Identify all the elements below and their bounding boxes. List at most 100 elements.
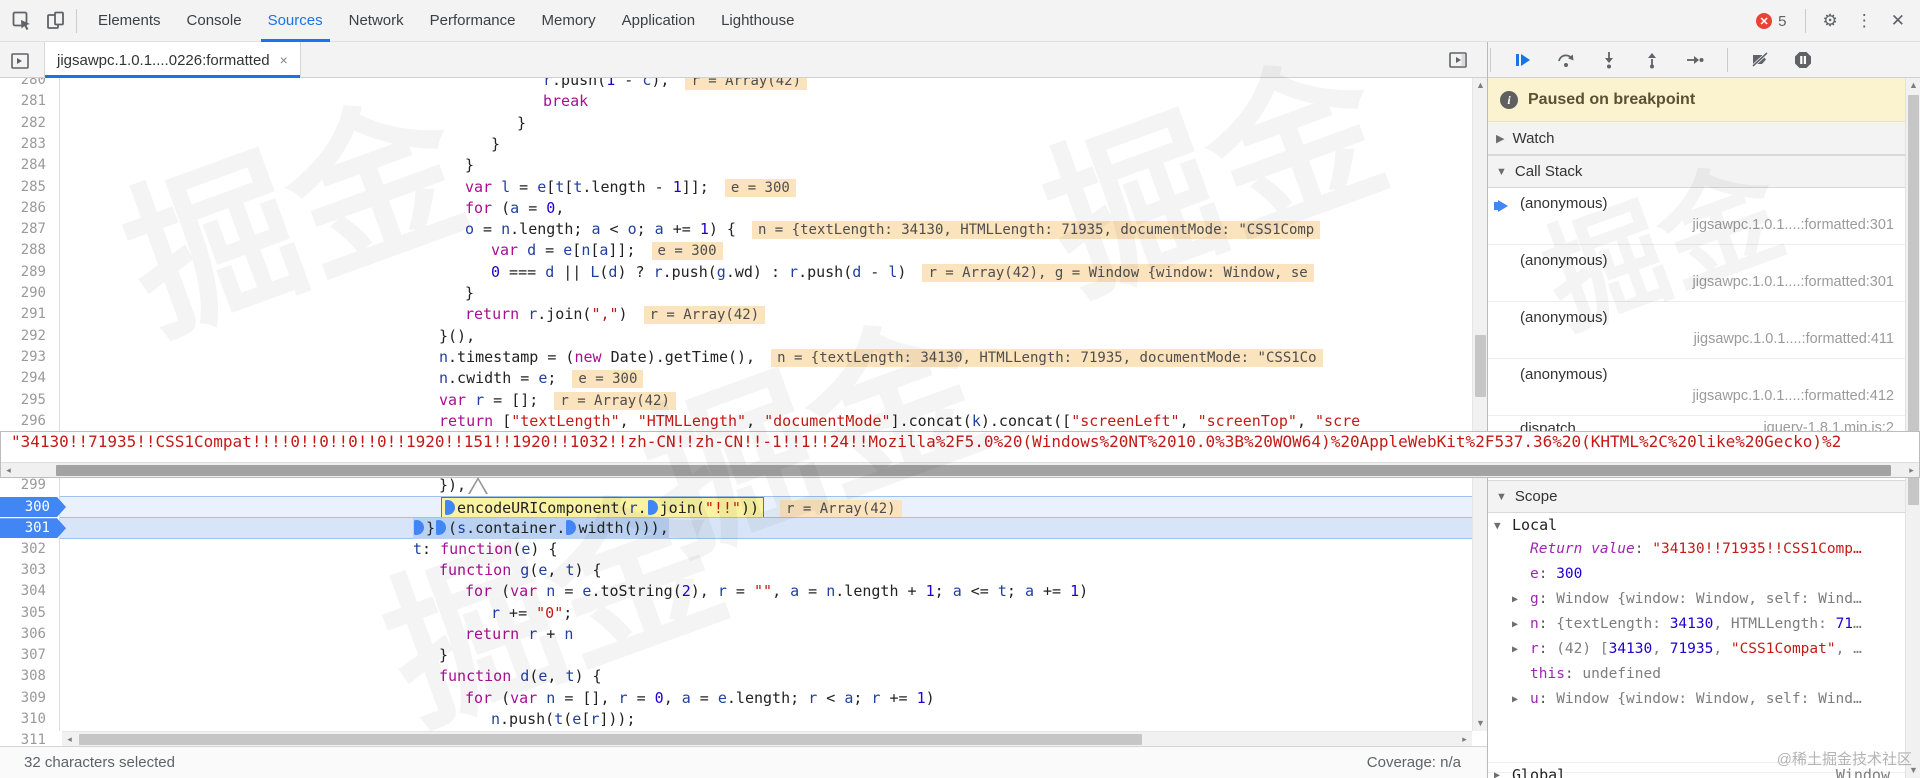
close-devtools-icon[interactable]: ✕ xyxy=(1891,11,1905,31)
tab-console[interactable]: Console xyxy=(174,0,255,42)
kebab-menu-icon[interactable]: ⋮ xyxy=(1856,11,1873,31)
scope-variable[interactable]: Return value: "34130!!71935!!CSS1Comp… xyxy=(1488,537,1920,562)
code-line[interactable]: t: function(e) { xyxy=(0,539,1487,561)
scope-variable[interactable]: ▶u: Window {window: Window, self: Wind… xyxy=(1488,687,1920,712)
line-number[interactable]: 307 xyxy=(0,645,46,666)
code-line[interactable]: var r = [];r = Array(42) xyxy=(0,390,1487,412)
code-line[interactable]: break xyxy=(0,91,1487,113)
inspect-element-icon[interactable] xyxy=(10,9,34,33)
line-number[interactable]: 305 xyxy=(0,603,46,624)
line-number[interactable]: 293 xyxy=(0,347,46,368)
line-number[interactable]: 296 xyxy=(0,411,46,432)
scroll-left-arrow-icon[interactable]: ◂ xyxy=(62,732,77,746)
deactivate-breakpoints-icon[interactable] xyxy=(1748,48,1772,72)
tab-sources[interactable]: Sources xyxy=(255,0,336,42)
scope-variable[interactable]: e: 300 xyxy=(1488,562,1920,587)
scroll-down-arrow-icon[interactable]: ▼ xyxy=(1473,716,1487,731)
code-line[interactable]: } xyxy=(0,283,1487,305)
device-toolbar-icon[interactable] xyxy=(44,9,68,33)
inline-step-marker[interactable] xyxy=(566,520,576,535)
code-editor[interactable]: 2802812822832842852862872882892902912922… xyxy=(0,78,1487,746)
code-line[interactable]: }(s.container.width())), xyxy=(0,517,1487,539)
line-number[interactable]: 284 xyxy=(0,155,46,176)
code-line[interactable]: for (a = 0, xyxy=(0,198,1487,220)
line-number[interactable]: 309 xyxy=(0,688,46,709)
step-out-icon[interactable] xyxy=(1640,48,1664,72)
code-line[interactable]: } xyxy=(0,645,1487,667)
editor-horizontal-scrollbar[interactable]: ◂ ▸ xyxy=(62,731,1472,746)
line-number[interactable]: 286 xyxy=(0,198,46,219)
tab-lighthouse[interactable]: Lighthouse xyxy=(708,0,807,42)
line-number[interactable]: 288 xyxy=(0,240,46,261)
scroll-left-arrow-icon[interactable]: ◂ xyxy=(1,463,16,478)
inline-step-marker[interactable] xyxy=(436,520,446,535)
code-line[interactable]: for (var n = [], r = 0, a = e.length; r … xyxy=(0,688,1487,710)
line-number[interactable]: 311 xyxy=(0,730,46,746)
line-number[interactable]: 300 xyxy=(0,497,66,517)
file-tab[interactable]: jigsawpc.1.0.1....0226:formatted × xyxy=(44,42,301,78)
code-line[interactable]: } xyxy=(0,134,1487,156)
inline-step-marker[interactable] xyxy=(414,520,424,535)
show-debugger-sidebar-icon[interactable] xyxy=(1446,48,1470,72)
code-line[interactable]: encodeURIComponent(r.join("!!"))r = Arra… xyxy=(0,496,1487,518)
line-number[interactable]: 302 xyxy=(0,539,46,560)
watch-section-header[interactable]: ▶ Watch xyxy=(1488,122,1920,155)
popover-scrollbar[interactable]: ◂ ▸ xyxy=(1,462,1919,477)
scope-section-header[interactable]: ▼ Scope xyxy=(1488,480,1920,513)
settings-gear-icon[interactable]: ⚙ xyxy=(1823,11,1838,31)
code-line[interactable]: r.push(1 - c),r = Array(42) xyxy=(0,78,1487,92)
scope-variable[interactable]: ▶r: (42) [34130, 71935, "CSS1Compat", … xyxy=(1488,637,1920,662)
line-number[interactable]: 291 xyxy=(0,304,46,325)
scope-variable[interactable]: ▶g: Window {window: Window, self: Wind… xyxy=(1488,587,1920,612)
code-line[interactable]: r += "0"; xyxy=(0,603,1487,625)
code-line[interactable]: function d(e, t) { xyxy=(0,666,1487,688)
code-line[interactable]: } xyxy=(0,155,1487,177)
inline-step-marker[interactable] xyxy=(445,500,455,515)
tab-performance[interactable]: Performance xyxy=(417,0,529,42)
line-number[interactable]: 304 xyxy=(0,581,46,602)
error-badge-icon[interactable]: ✕ xyxy=(1756,13,1772,29)
tab-application[interactable]: Application xyxy=(609,0,708,42)
inline-step-marker[interactable] xyxy=(648,500,658,515)
line-number[interactable]: 306 xyxy=(0,624,46,645)
tab-network[interactable]: Network xyxy=(336,0,417,42)
popover-scrollbar-thumb[interactable] xyxy=(56,465,1891,476)
code-line[interactable]: n.cwidth = e;e = 300 xyxy=(0,368,1487,390)
call-stack-frame[interactable]: (anonymous)jigsawpc.1.0.1....:formatted:… xyxy=(1488,359,1920,416)
line-number[interactable]: 294 xyxy=(0,368,46,389)
line-number[interactable]: 282 xyxy=(0,113,46,134)
code-line[interactable]: return r.join(",")r = Array(42) xyxy=(0,304,1487,326)
code-line[interactable]: return ["textLength", "HTMLLength", "doc… xyxy=(0,411,1487,433)
line-number[interactable]: 280 xyxy=(0,78,46,91)
code-line[interactable]: var d = e[n[a]];e = 300 xyxy=(0,240,1487,262)
code-line[interactable]: n.push(t(e[r])); xyxy=(0,709,1487,731)
resume-script-icon[interactable] xyxy=(1511,48,1535,72)
code-line[interactable]: o = n.length; a < o; a += 1) {n = {textL… xyxy=(0,219,1487,241)
code-line[interactable]: 0 === d || L(d) ? r.push(g.wd) : r.push(… xyxy=(0,262,1487,284)
line-number[interactable]: 295 xyxy=(0,390,46,411)
scope-variable[interactable]: ▶n: {textLength: 34130, HTMLLength: 71… xyxy=(1488,612,1920,637)
line-number[interactable]: 289 xyxy=(0,262,46,283)
tab-memory[interactable]: Memory xyxy=(529,0,609,42)
scope-local-group[interactable]: ▼ Local xyxy=(1488,513,1920,538)
call-stack-frame[interactable]: (anonymous)jigsawpc.1.0.1....:formatted:… xyxy=(1488,188,1920,245)
line-number[interactable]: 281 xyxy=(0,91,46,112)
step-icon[interactable] xyxy=(1683,48,1707,72)
code-line[interactable]: return r + n xyxy=(0,624,1487,646)
call-stack-frame[interactable]: (anonymous)jigsawpc.1.0.1....:formatted:… xyxy=(1488,245,1920,302)
step-over-icon[interactable] xyxy=(1554,48,1578,72)
line-number[interactable]: 283 xyxy=(0,134,46,155)
code-line[interactable]: } xyxy=(0,113,1487,135)
code-line[interactable]: }(), xyxy=(0,326,1487,348)
code-line[interactable]: for (var n = e.toString(2), r = "", a = … xyxy=(0,581,1487,603)
line-number-gutter[interactable]: 2802812822832842852862872882892902912922… xyxy=(0,78,60,731)
scroll-right-arrow-icon[interactable]: ▸ xyxy=(1904,463,1919,478)
scope-variable[interactable]: this: undefined xyxy=(1488,662,1920,687)
file-tab-close-icon[interactable]: × xyxy=(280,52,288,68)
scroll-up-arrow-icon[interactable]: ▲ xyxy=(1906,78,1920,93)
pause-on-exceptions-icon[interactable] xyxy=(1791,48,1815,72)
code-line[interactable]: function g(e, t) { xyxy=(0,560,1487,582)
show-navigator-icon[interactable] xyxy=(8,49,32,73)
line-number[interactable]: 292 xyxy=(0,326,46,347)
call-stack-section-header[interactable]: ▼ Call Stack xyxy=(1488,155,1920,188)
